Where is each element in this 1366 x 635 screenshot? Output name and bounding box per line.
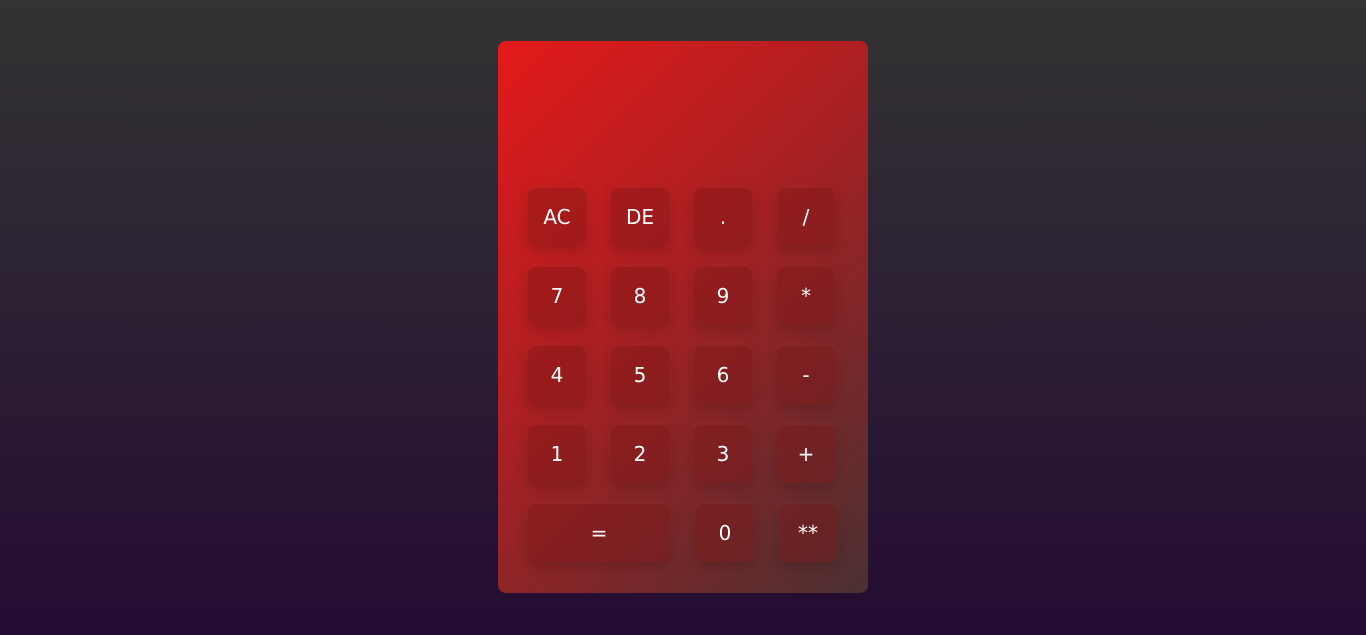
decimal-button[interactable]: . [694, 188, 752, 246]
plus-button[interactable]: + [777, 425, 835, 483]
calculator-panel: AC DE . / 7 8 9 * 4 5 6 - 1 2 3 + = 0 ** [498, 41, 868, 593]
divide-button[interactable]: / [777, 188, 835, 246]
digit-3-button[interactable]: 3 [694, 425, 752, 483]
digit-2-button[interactable]: 2 [611, 425, 669, 483]
digit-0-button[interactable]: 0 [696, 504, 754, 562]
power-button[interactable]: ** [779, 504, 837, 562]
digit-5-button[interactable]: 5 [611, 346, 669, 404]
digit-4-button[interactable]: 4 [528, 346, 586, 404]
equals-button[interactable]: = [528, 504, 670, 562]
digit-8-button[interactable]: 8 [611, 267, 669, 325]
clear-all-button[interactable]: AC [528, 188, 586, 246]
minus-button[interactable]: - [777, 346, 835, 404]
multiply-button[interactable]: * [777, 267, 835, 325]
calculator-display [518, 61, 848, 171]
delete-button[interactable]: DE [611, 188, 669, 246]
digit-7-button[interactable]: 7 [528, 267, 586, 325]
digit-6-button[interactable]: 6 [694, 346, 752, 404]
digit-9-button[interactable]: 9 [694, 267, 752, 325]
digit-1-button[interactable]: 1 [528, 425, 586, 483]
